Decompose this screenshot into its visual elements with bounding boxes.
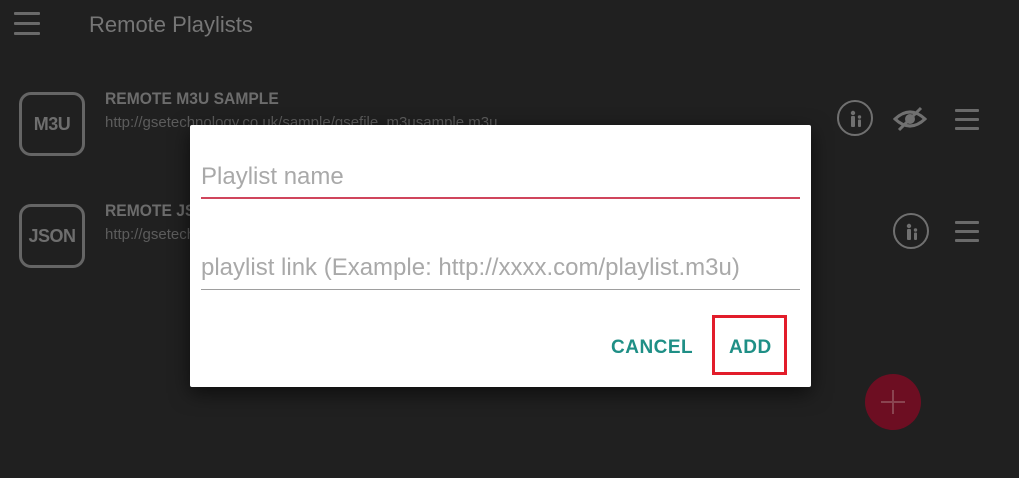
app-bar: Remote Playlists	[0, 0, 1019, 52]
add-button-highlight: ADD	[712, 315, 787, 375]
add-playlist-fab[interactable]	[865, 374, 921, 430]
hamburger-icon[interactable]	[14, 12, 40, 36]
add-button[interactable]: ADD	[729, 337, 772, 359]
add-playlist-dialog: CANCEL ADD	[190, 125, 811, 387]
cancel-button[interactable]: CANCEL	[611, 337, 693, 359]
m3u-file-icon: M3U	[19, 92, 85, 156]
playlist-name-input[interactable]	[201, 163, 800, 191]
playlist-name-field[interactable]	[201, 163, 800, 199]
playlist-link-input[interactable]	[201, 254, 800, 282]
item-menu-icon[interactable]	[955, 109, 979, 131]
parental-control-icon[interactable]	[893, 213, 929, 249]
page-title: Remote Playlists	[89, 12, 253, 37]
parental-control-icon[interactable]	[837, 100, 873, 136]
item-menu-icon[interactable]	[955, 221, 979, 243]
playlist-link-field[interactable]	[201, 254, 800, 290]
playlist-title: REMOTE M3U SAMPLE	[105, 89, 279, 108]
eye-icon[interactable]	[892, 106, 928, 137]
json-file-icon: JSON	[19, 204, 85, 268]
